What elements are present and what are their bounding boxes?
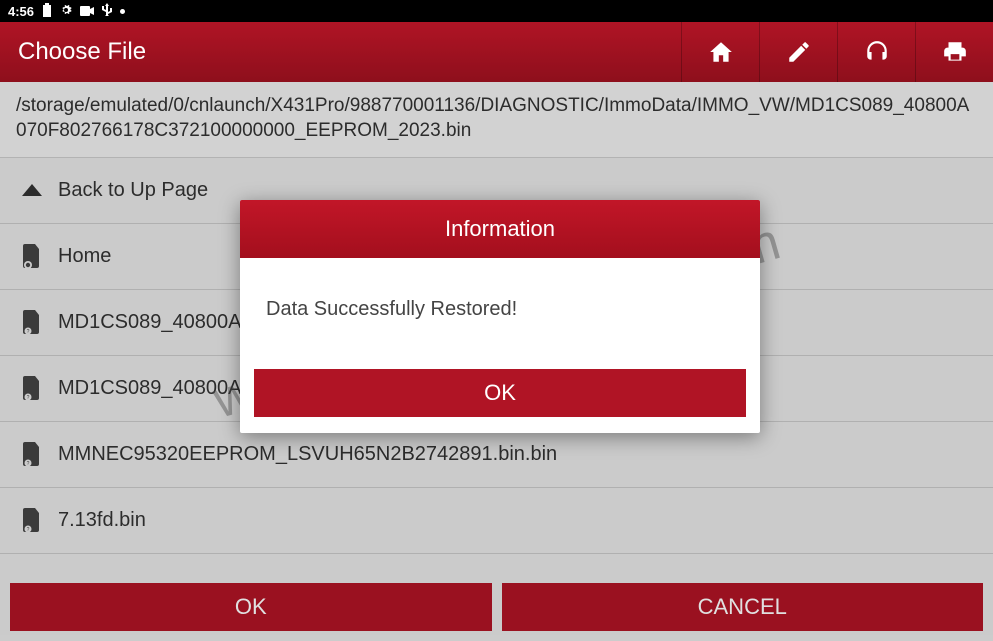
home-icon[interactable] xyxy=(681,22,759,82)
support-icon[interactable] xyxy=(837,22,915,82)
usb-icon xyxy=(102,3,112,20)
information-dialog: Information Data Successfully Restored! … xyxy=(240,200,760,433)
dialog-message: Data Successfully Restored! xyxy=(240,258,760,369)
dialog-footer: OK xyxy=(240,369,760,433)
statusbar: 4:56 xyxy=(0,0,993,22)
header-icons xyxy=(681,22,993,82)
edit-icon[interactable] xyxy=(759,22,837,82)
battery-icon xyxy=(42,3,52,20)
status-time: 4:56 xyxy=(8,4,34,19)
video-icon xyxy=(80,4,94,19)
headerbar: Choose File xyxy=(0,22,993,82)
gear-icon xyxy=(60,4,72,19)
print-icon[interactable] xyxy=(915,22,993,82)
dialog-ok-button[interactable]: OK xyxy=(254,369,746,417)
page-title: Choose File xyxy=(18,38,146,66)
dot-icon xyxy=(120,9,125,14)
dialog-title: Information xyxy=(240,200,760,258)
